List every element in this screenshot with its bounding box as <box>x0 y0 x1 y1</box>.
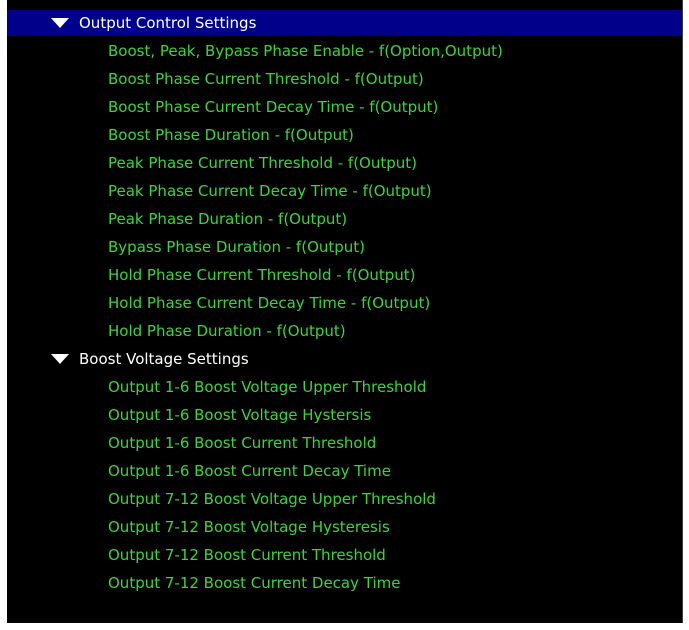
tree-item-hold-phase-current-threshold[interactable]: Hold Phase Current Threshold - f(Output) <box>7 262 682 288</box>
tree-item-output-7-12-boost-voltage-hysteresis[interactable]: Output 7-12 Boost Voltage Hysteresis <box>7 514 682 540</box>
tree-item-label: Peak Phase Current Decay Time - f(Output… <box>108 182 432 200</box>
tree-item-peak-phase-duration[interactable]: Peak Phase Duration - f(Output) <box>7 206 682 232</box>
tree-item-hold-phase-current-decay-time[interactable]: Hold Phase Current Decay Time - f(Output… <box>7 290 682 316</box>
tree-item-label: Peak Phase Current Threshold - f(Output) <box>108 154 418 172</box>
tree-group-boost-voltage-settings[interactable]: Boost Voltage Settings <box>7 346 682 372</box>
tree-item-label: Output 7-12 Boost Voltage Upper Threshol… <box>108 490 436 508</box>
tree-item-label: Boost, Peak, Bypass Phase Enable - f(Opt… <box>108 42 503 60</box>
tree-item-label: Output 7-12 Boost Current Threshold <box>108 546 386 564</box>
tree-item-boost-phase-current-threshold[interactable]: Boost Phase Current Threshold - f(Output… <box>7 66 682 92</box>
tree-item-output-1-6-boost-voltage-upper-threshold[interactable]: Output 1-6 Boost Voltage Upper Threshold <box>7 374 682 400</box>
tree-item-label: Hold Phase Duration - f(Output) <box>108 322 346 340</box>
tree-item-output-7-12-boost-voltage-upper-threshold[interactable]: Output 7-12 Boost Voltage Upper Threshol… <box>7 486 682 512</box>
triangle-down-icon[interactable] <box>51 18 69 28</box>
tree-item-label: Output 1-6 Boost Current Decay Time <box>108 462 391 480</box>
panel-top-strip <box>7 0 682 8</box>
tree-item-label: Output 1-6 Boost Voltage Hystersis <box>108 406 372 424</box>
tree-item-boost-phase-duration[interactable]: Boost Phase Duration - f(Output) <box>7 122 682 148</box>
tree-item-boost-peak-bypass-phase-enable[interactable]: Boost, Peak, Bypass Phase Enable - f(Opt… <box>7 38 682 64</box>
tree-item-output-1-6-boost-current-decay-time[interactable]: Output 1-6 Boost Current Decay Time <box>7 458 682 484</box>
tree-item-peak-phase-current-decay-time[interactable]: Peak Phase Current Decay Time - f(Output… <box>7 178 682 204</box>
tree-group-label: Boost Voltage Settings <box>79 350 249 368</box>
tree-item-label: Boost Phase Current Threshold - f(Output… <box>108 70 424 88</box>
tree-item-label: Hold Phase Current Threshold - f(Output) <box>108 266 416 284</box>
tree-item-hold-phase-duration[interactable]: Hold Phase Duration - f(Output) <box>7 318 682 344</box>
tree-item-output-1-6-boost-voltage-hystersis[interactable]: Output 1-6 Boost Voltage Hystersis <box>7 402 682 428</box>
settings-tree-panel: Output Control Settings Boost, Peak, Byp… <box>7 0 683 623</box>
tree-group-label: Output Control Settings <box>79 14 257 32</box>
tree-item-label: Boost Phase Duration - f(Output) <box>108 126 354 144</box>
tree-item-output-7-12-boost-current-threshold[interactable]: Output 7-12 Boost Current Threshold <box>7 542 682 568</box>
tree-item-output-7-12-boost-current-decay-time[interactable]: Output 7-12 Boost Current Decay Time <box>7 570 682 596</box>
tree-item-label: Output 7-12 Boost Voltage Hysteresis <box>108 518 390 536</box>
tree-item-peak-phase-current-threshold[interactable]: Peak Phase Current Threshold - f(Output) <box>7 150 682 176</box>
tree-item-label: Peak Phase Duration - f(Output) <box>108 210 348 228</box>
tree-item-label: Boost Phase Current Decay Time - f(Outpu… <box>108 98 439 116</box>
tree-item-output-1-6-boost-current-threshold[interactable]: Output 1-6 Boost Current Threshold <box>7 430 682 456</box>
tree-item-label: Bypass Phase Duration - f(Output) <box>108 238 366 256</box>
tree-item-label: Output 1-6 Boost Current Threshold <box>108 434 377 452</box>
tree-item-bypass-phase-duration[interactable]: Bypass Phase Duration - f(Output) <box>7 234 682 260</box>
tree-item-boost-phase-current-decay-time[interactable]: Boost Phase Current Decay Time - f(Outpu… <box>7 94 682 120</box>
tree-item-label: Output 7-12 Boost Current Decay Time <box>108 574 401 592</box>
tree-item-label: Hold Phase Current Decay Time - f(Output… <box>108 294 431 312</box>
triangle-down-icon[interactable] <box>51 354 69 364</box>
tree-item-label: Output 1-6 Boost Voltage Upper Threshold <box>108 378 427 396</box>
tree-group-output-control-settings[interactable]: Output Control Settings <box>7 10 682 36</box>
